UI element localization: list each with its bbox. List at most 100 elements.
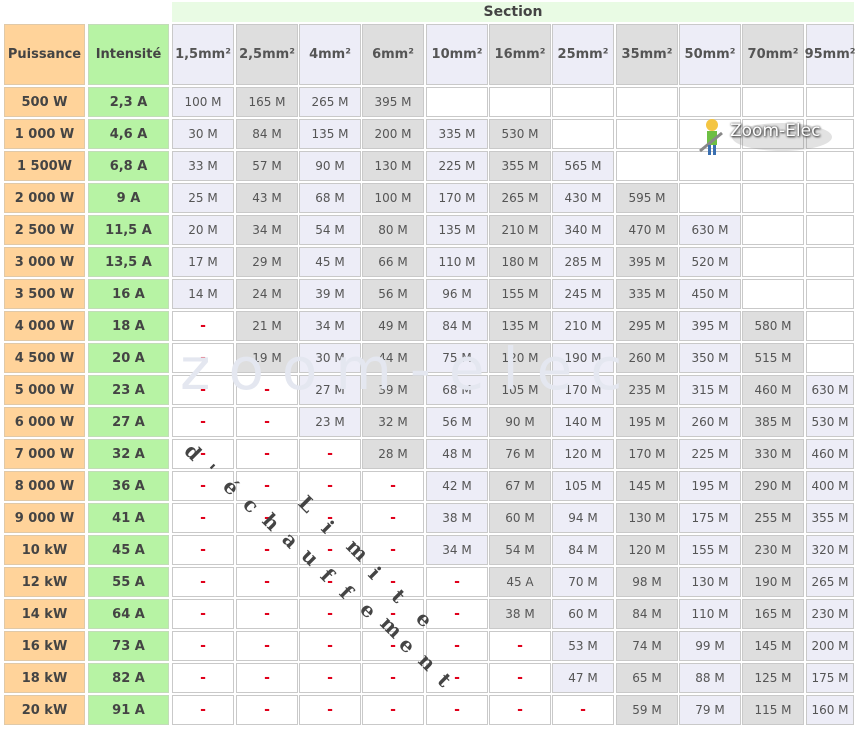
length-cell: - xyxy=(172,567,234,597)
length-cell: 34 M xyxy=(426,535,488,565)
length-cell: 125 M xyxy=(742,663,804,693)
length-cell: 595 M xyxy=(616,183,678,213)
length-cell: 53 M xyxy=(552,631,614,661)
length-cell: 105 M xyxy=(552,471,614,501)
length-cell: 60 M xyxy=(552,599,614,629)
length-cell: 56 M xyxy=(362,279,424,309)
header-section-4: 10mm² xyxy=(426,24,488,85)
length-cell: - xyxy=(172,503,234,533)
length-cell: 155 M xyxy=(489,279,551,309)
length-cell: 30 M xyxy=(172,119,234,149)
power-cell: 20 kW xyxy=(4,695,85,725)
length-cell: 350 M xyxy=(679,343,741,373)
length-cell: 80 M xyxy=(362,215,424,245)
length-cell: 530 M xyxy=(806,407,854,437)
length-cell: 57 M xyxy=(236,151,298,181)
length-cell: 45 M xyxy=(299,247,361,277)
length-cell: 60 M xyxy=(489,503,551,533)
header-puissance: Puissance xyxy=(4,24,85,85)
length-cell: 230 M xyxy=(806,599,854,629)
length-cell xyxy=(742,183,804,213)
length-cell: 530 M xyxy=(489,119,551,149)
length-cell: 130 M xyxy=(362,151,424,181)
length-cell: 67 M xyxy=(489,471,551,501)
length-cell: 59 M xyxy=(616,695,678,725)
length-cell xyxy=(742,279,804,309)
length-cell: 84 M xyxy=(616,599,678,629)
length-cell: 140 M xyxy=(552,407,614,437)
current-cell: 4,6 A xyxy=(88,119,169,149)
length-cell: 135 M xyxy=(426,215,488,245)
length-cell: 470 M xyxy=(616,215,678,245)
length-cell: 24 M xyxy=(236,279,298,309)
length-cell: 190 M xyxy=(742,567,804,597)
length-cell: 14 M xyxy=(172,279,234,309)
length-cell: 56 M xyxy=(426,407,488,437)
length-cell: - xyxy=(236,471,298,501)
length-cell: 195 M xyxy=(679,471,741,501)
length-cell: 39 M xyxy=(299,279,361,309)
power-cell: 7 000 W xyxy=(4,439,85,469)
length-cell: 20 M xyxy=(172,215,234,245)
length-cell: - xyxy=(362,471,424,501)
current-cell: 36 A xyxy=(88,471,169,501)
length-cell: - xyxy=(489,695,551,725)
power-cell: 14 kW xyxy=(4,599,85,629)
length-cell xyxy=(616,87,678,117)
power-cell: 4 000 W xyxy=(4,311,85,341)
current-cell: 9 A xyxy=(88,183,169,213)
length-cell: 68 M xyxy=(299,183,361,213)
length-cell: - xyxy=(172,663,234,693)
length-cell xyxy=(806,215,854,245)
length-cell: 200 M xyxy=(806,631,854,661)
length-cell: 17 M xyxy=(172,247,234,277)
length-cell: 430 M xyxy=(552,183,614,213)
length-cell: 88 M xyxy=(679,663,741,693)
length-cell: - xyxy=(299,631,361,661)
length-cell: 195 M xyxy=(616,407,678,437)
length-cell: 28 M xyxy=(362,439,424,469)
power-cell: 8 000 W xyxy=(4,471,85,501)
length-cell: - xyxy=(236,407,298,437)
length-cell: 135 M xyxy=(299,119,361,149)
length-cell: 32 M xyxy=(362,407,424,437)
current-cell: 16 A xyxy=(88,279,169,309)
length-cell xyxy=(806,87,854,117)
length-cell: 100 M xyxy=(172,87,234,117)
length-cell: 115 M xyxy=(742,695,804,725)
length-cell: 94 M xyxy=(552,503,614,533)
length-cell: 54 M xyxy=(299,215,361,245)
length-cell: 230 M xyxy=(742,535,804,565)
length-cell: 155 M xyxy=(679,535,741,565)
header-section-0: 1,5mm² xyxy=(172,24,234,85)
length-cell: 110 M xyxy=(679,599,741,629)
length-cell: 38 M xyxy=(489,599,551,629)
current-cell: 91 A xyxy=(88,695,169,725)
power-cell: 16 kW xyxy=(4,631,85,661)
length-cell: - xyxy=(236,631,298,661)
length-cell xyxy=(552,87,614,117)
length-cell: - xyxy=(172,535,234,565)
length-cell: - xyxy=(236,567,298,597)
length-cell: 175 M xyxy=(679,503,741,533)
length-cell: - xyxy=(172,631,234,661)
length-cell: 34 M xyxy=(236,215,298,245)
length-cell: 90 M xyxy=(299,151,361,181)
length-cell xyxy=(616,119,678,149)
length-cell xyxy=(806,183,854,213)
length-cell: - xyxy=(236,695,298,725)
length-cell: 335 M xyxy=(426,119,488,149)
length-cell: 630 M xyxy=(679,215,741,245)
power-cell: 18 kW xyxy=(4,663,85,693)
length-cell: 285 M xyxy=(552,247,614,277)
length-cell: 225 M xyxy=(426,151,488,181)
length-cell: 340 M xyxy=(552,215,614,245)
length-cell: - xyxy=(299,663,361,693)
length-cell: 225 M xyxy=(679,439,741,469)
length-cell: 245 M xyxy=(552,279,614,309)
length-cell: 355 M xyxy=(806,503,854,533)
length-cell: 98 M xyxy=(616,567,678,597)
length-cell xyxy=(679,183,741,213)
length-cell: 165 M xyxy=(236,87,298,117)
length-cell: 120 M xyxy=(616,535,678,565)
